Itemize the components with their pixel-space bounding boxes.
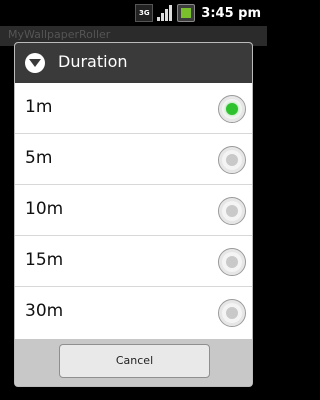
status-time: 3:45 pm — [201, 5, 261, 21]
battery-icon — [177, 4, 196, 22]
duration-dialog: Duration 1m 5m 10m 15m 30m Cancel — [14, 42, 253, 387]
duration-option-10m[interactable]: 10m — [15, 185, 252, 236]
dialog-title: Duration — [58, 52, 128, 71]
radio-button[interactable] — [218, 146, 246, 174]
signal-strength-icon — [157, 5, 173, 21]
duration-option-list: 1m 5m 10m 15m 30m — [15, 83, 252, 337]
option-label: 10m — [25, 199, 64, 219]
status-bar: 3G 3:45 pm — [0, 0, 267, 26]
option-label: 1m — [25, 97, 53, 117]
option-label: 5m — [25, 148, 53, 168]
app-title: MyWallpaperRoller — [8, 28, 111, 41]
duration-option-15m[interactable]: 15m — [15, 236, 252, 287]
radio-button[interactable] — [218, 248, 246, 276]
chevron-down-icon — [25, 53, 45, 73]
radio-button-selected[interactable] — [218, 95, 246, 123]
dialog-footer: Cancel — [15, 339, 252, 386]
duration-option-5m[interactable]: 5m — [15, 134, 252, 185]
duration-option-30m[interactable]: 30m — [15, 287, 252, 337]
cancel-button[interactable]: Cancel — [59, 344, 210, 378]
dialog-header: Duration — [15, 43, 252, 83]
option-label: 15m — [25, 250, 64, 270]
option-label: 30m — [25, 301, 64, 321]
radio-button[interactable] — [218, 197, 246, 225]
network-3g-icon: 3G — [135, 4, 154, 22]
status-icons: 3G 3:45 pm — [135, 4, 261, 22]
duration-option-1m[interactable]: 1m — [15, 83, 252, 134]
radio-button[interactable] — [218, 299, 246, 327]
